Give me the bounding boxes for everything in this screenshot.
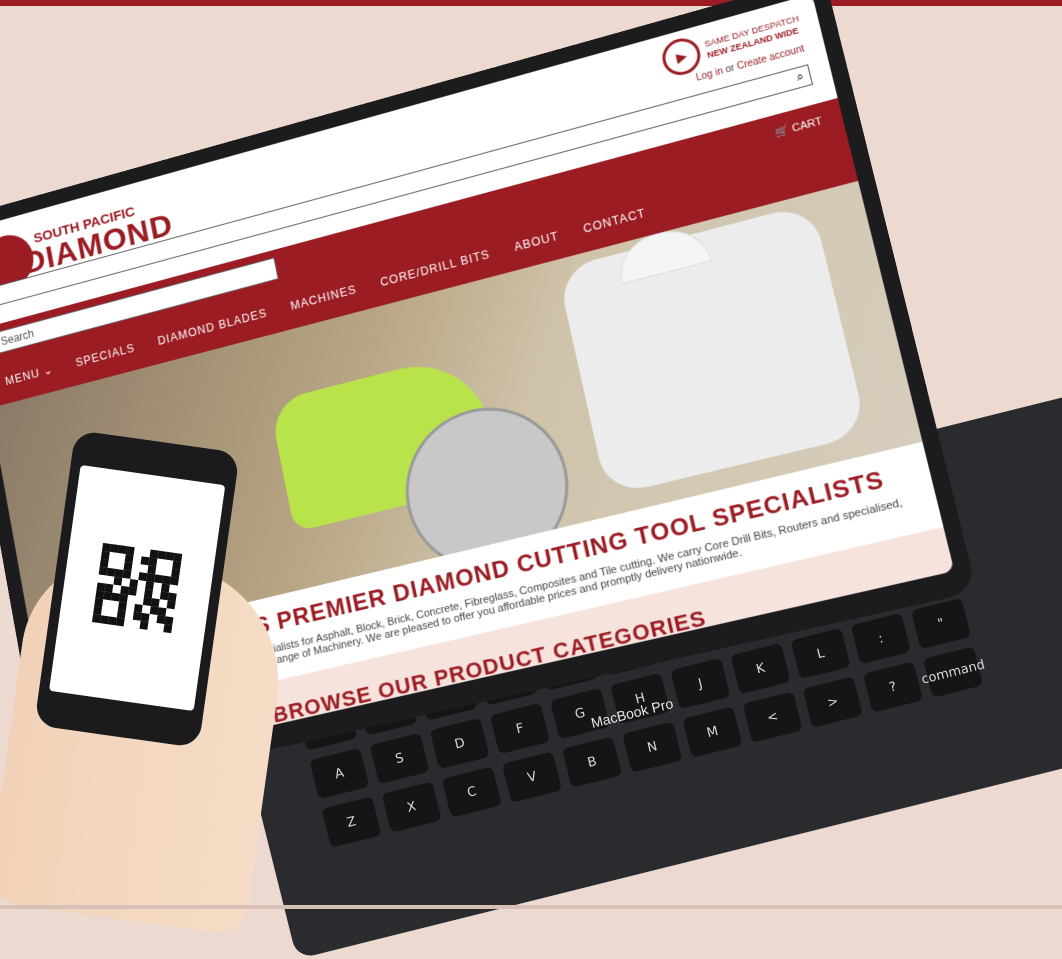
bottom-frame-bar: [0, 905, 1062, 909]
worker-image: [556, 202, 869, 497]
key: L: [790, 627, 851, 680]
key: N: [622, 721, 683, 773]
key: S: [369, 732, 430, 785]
search-icon[interactable]: ⌕: [795, 69, 805, 85]
cart-link[interactable]: 🛒 CART: [774, 115, 823, 140]
key: command: [920, 646, 986, 698]
key: <: [742, 691, 803, 743]
key: :: [850, 612, 911, 665]
key: M: [682, 706, 743, 758]
top-frame-bar: [0, 0, 1062, 6]
nav-menu[interactable]: MENU ⌄: [4, 363, 54, 388]
key: ?: [862, 661, 923, 713]
key: K: [730, 642, 791, 695]
or-text: or: [724, 62, 736, 76]
key: Z: [321, 796, 382, 848]
nav-machines[interactable]: MACHINES: [289, 283, 357, 313]
key: B: [562, 736, 623, 788]
nav-about[interactable]: ABOUT: [513, 229, 560, 254]
key: ": [910, 597, 972, 650]
nav-contact[interactable]: CONTACT: [582, 206, 647, 235]
key: C: [441, 766, 502, 818]
qr-code-icon: [91, 542, 183, 634]
cart-icon: 🛒: [774, 124, 791, 140]
key: V: [501, 751, 563, 803]
key: D: [429, 717, 490, 770]
key: >: [802, 676, 863, 728]
cart-label: CART: [790, 115, 824, 135]
nav-specials[interactable]: SPECIALS: [75, 341, 136, 369]
qr-cell: [163, 624, 173, 634]
phone-screen: [48, 464, 226, 712]
key: X: [381, 781, 442, 833]
key: F: [489, 702, 550, 755]
key: J: [670, 657, 731, 710]
key: A: [309, 747, 370, 800]
